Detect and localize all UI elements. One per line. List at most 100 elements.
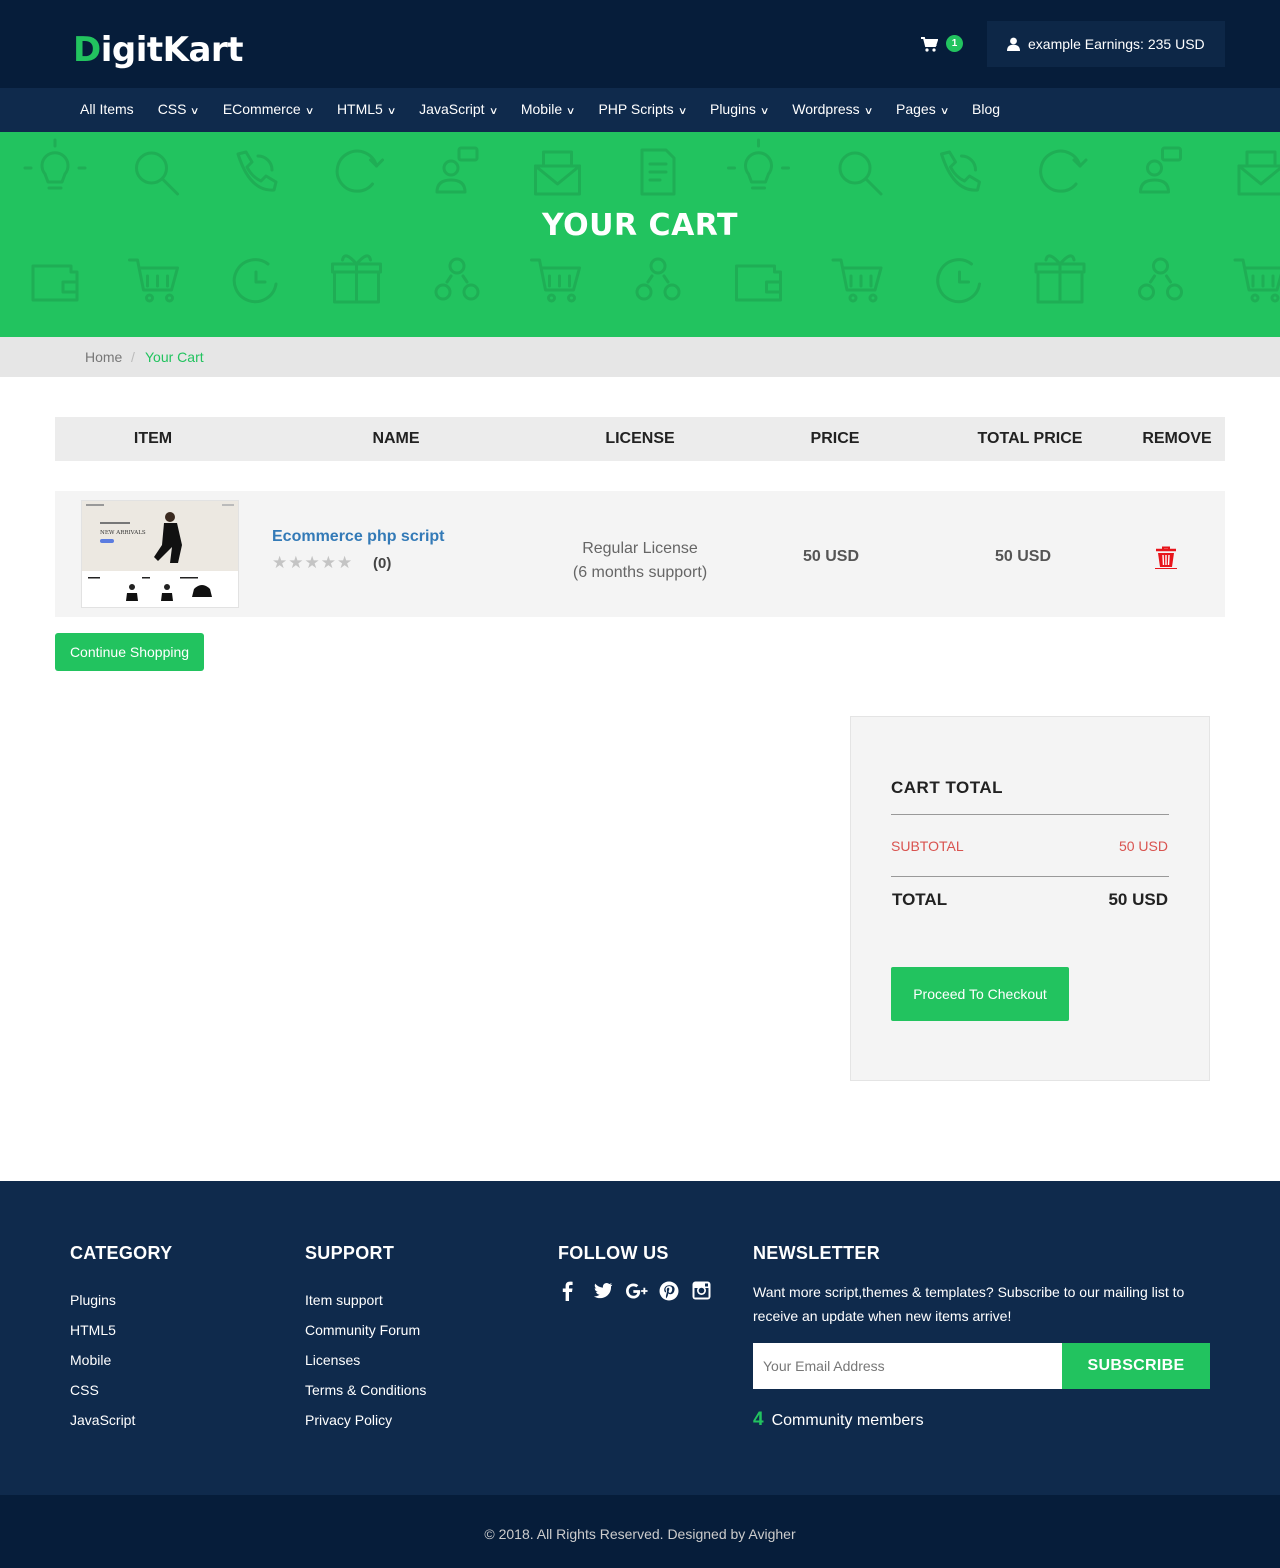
chevron-down-icon: ∨ [488, 106, 498, 117]
nav-item-label: Blog [972, 101, 1001, 117]
nav-item-label: Wordpress [792, 101, 860, 117]
site-logo[interactable]: DigitKart [73, 28, 243, 72]
chevron-down-icon: ∨ [863, 106, 874, 117]
cart-total-panel: CART TOTAL SUBTOTAL 50 USD TOTAL 50 USD … [850, 716, 1210, 1081]
facebook-icon[interactable] [560, 1281, 593, 1303]
footer-link[interactable]: HTML5 [70, 1315, 135, 1345]
footer-link[interactable]: Privacy Policy [305, 1405, 426, 1435]
total-price-cell: 50 USD [994, 548, 1052, 565]
rating-count: (0) [373, 555, 392, 572]
nav-item-label: JavaScript [419, 101, 485, 117]
community-members: 4 Community members [753, 1409, 924, 1431]
footer-link[interactable]: CSS [70, 1375, 135, 1405]
nav-item-all-items[interactable]: All Items [80, 88, 134, 133]
divider [891, 814, 1169, 815]
chevron-down-icon: ∨ [939, 106, 950, 117]
price-cell: 50 USD [802, 548, 860, 565]
nav-item-javascript[interactable]: JavaScript ∨ [419, 88, 498, 133]
item-thumbnail[interactable]: NEW ARRIVALS [81, 500, 239, 608]
copyright-text: © 2018. All Rights Reserved. Designed by… [484, 1526, 796, 1542]
footer-support-title: SUPPORT [305, 1243, 395, 1263]
top-header: DigitKart 1 example Earnings: 235 USD [0, 0, 1280, 88]
header-total-price: TOTAL PRICE [977, 430, 1083, 447]
nav-item-css[interactable]: CSS ∨ [157, 88, 200, 133]
nav-item-pages[interactable]: Pages ∨ [896, 88, 950, 133]
nav-item-label: HTML5 [336, 101, 383, 117]
total-value: 50 USD [1108, 890, 1168, 909]
newsletter-description: Want more script,themes & templates? Sub… [753, 1284, 1185, 1324]
cart-button[interactable]: 1 [921, 34, 965, 56]
license-type: Regular License [582, 540, 698, 557]
nav-item-label: PHP Scripts [598, 101, 674, 117]
footer-link[interactable]: Licenses [305, 1345, 426, 1375]
divider [891, 876, 1169, 877]
nav-item-blog[interactable]: Blog [972, 88, 1000, 133]
subtotal-label: SUBTOTAL [891, 838, 964, 854]
cart-table-header: ITEM NAME LICENSE PRICE TOTAL PRICE REMO… [55, 417, 1225, 461]
footer-newsletter-title: NEWSLETTER [753, 1243, 880, 1263]
site-footer: CATEGORY Plugins HTML5 Mobile CSS JavaScript… [0, 1181, 1280, 1495]
nav-item-label: Mobile [520, 101, 563, 117]
license-cell: Regular License (6 months support) [540, 537, 740, 585]
header-license: LICENSE [605, 430, 675, 447]
breadcrumb-separator: / [131, 349, 135, 365]
account-earnings-button[interactable]: example Earnings: 235 USD [987, 21, 1225, 67]
account-earnings-label: example Earnings: 235 USD [1028, 36, 1205, 52]
social-links [560, 1281, 725, 1303]
nav-item-html5[interactable]: HTML5 ∨ [336, 88, 397, 133]
proceed-to-checkout-button[interactable]: Proceed To Checkout [891, 967, 1069, 1021]
main-nav: All Items CSS ∨ ECommerce ∨ HTML5 ∨ JavaScript ∨… [0, 88, 1280, 132]
pinterest-icon[interactable] [659, 1281, 692, 1303]
continue-shopping-button[interactable]: Continue Shopping [55, 633, 204, 671]
footer-follow-title: FOLLOW US [558, 1243, 669, 1263]
nav-item-mobile[interactable]: Mobile ∨ [520, 88, 576, 133]
footer-category-links: Plugins HTML5 Mobile CSS JavaScript [70, 1285, 135, 1435]
breadcrumb: Home / Your Cart [0, 337, 1280, 377]
header-item: ITEM [133, 430, 173, 447]
product-preview-image: NEW ARRIVALS [82, 501, 238, 607]
remove-item-button[interactable] [1152, 544, 1180, 572]
breadcrumb-current: Your Cart [145, 349, 204, 365]
footer-link[interactable]: Mobile [70, 1345, 135, 1375]
community-label: Community members [771, 1412, 924, 1429]
header-price: PRICE [810, 430, 860, 447]
breadcrumb-home-link[interactable]: Home [85, 349, 122, 365]
footer-link[interactable]: Terms & Conditions [305, 1375, 426, 1405]
item-name-link[interactable]: Ecommerce php script [272, 528, 445, 546]
twitter-icon[interactable] [593, 1281, 626, 1303]
license-support: (6 months support) [572, 564, 708, 581]
footer-link[interactable]: Item support [305, 1285, 426, 1315]
nav-item-php-scripts[interactable]: PHP Scripts ∨ [598, 88, 688, 133]
cart-total-title: CART TOTAL [891, 778, 1004, 797]
user-icon [1007, 37, 1020, 51]
footer-link[interactable]: Community Forum [305, 1315, 426, 1345]
chevron-down-icon: ∨ [304, 106, 315, 117]
header-name: NAME [372, 430, 420, 447]
newsletter-email-input[interactable] [753, 1343, 1063, 1389]
footer-support-links: Item support Community Forum Licenses Terms… [305, 1285, 426, 1435]
nav-item-label: CSS [157, 101, 187, 117]
rating-stars: ★★★★★ [272, 553, 354, 572]
subscribe-button[interactable]: SUBSCRIBE [1062, 1343, 1210, 1389]
footer-link[interactable]: JavaScript [70, 1405, 135, 1435]
cart-count-badge: 1 [946, 35, 963, 52]
chevron-down-icon: ∨ [190, 106, 200, 117]
footer-category-title: CATEGORY [70, 1243, 173, 1263]
nav-item-plugins[interactable]: Plugins ∨ [709, 88, 769, 133]
google-plus-icon[interactable] [626, 1281, 659, 1303]
nav-item-label: Pages [896, 101, 936, 117]
nav-item-ecommerce[interactable]: ECommerce ∨ [222, 88, 315, 133]
total-label: TOTAL [892, 890, 948, 909]
chevron-down-icon: ∨ [386, 106, 397, 117]
nav-item-label: ECommerce [222, 101, 301, 117]
nav-item-wordpress[interactable]: Wordpress ∨ [792, 88, 874, 133]
page-title: YOUR CART [541, 208, 738, 243]
nav-item-label: All Items [80, 101, 134, 117]
footer-link[interactable]: Plugins [70, 1285, 135, 1315]
chevron-down-icon: ∨ [677, 106, 688, 117]
thumbnail-headline: NEW ARRIVALS [100, 530, 146, 536]
subtotal-value: 50 USD [1118, 838, 1168, 854]
nav-item-label: Plugins [709, 101, 756, 117]
copyright-bar: © 2018. All Rights Reserved. Designed by… [0, 1495, 1280, 1568]
instagram-icon[interactable] [692, 1281, 725, 1303]
